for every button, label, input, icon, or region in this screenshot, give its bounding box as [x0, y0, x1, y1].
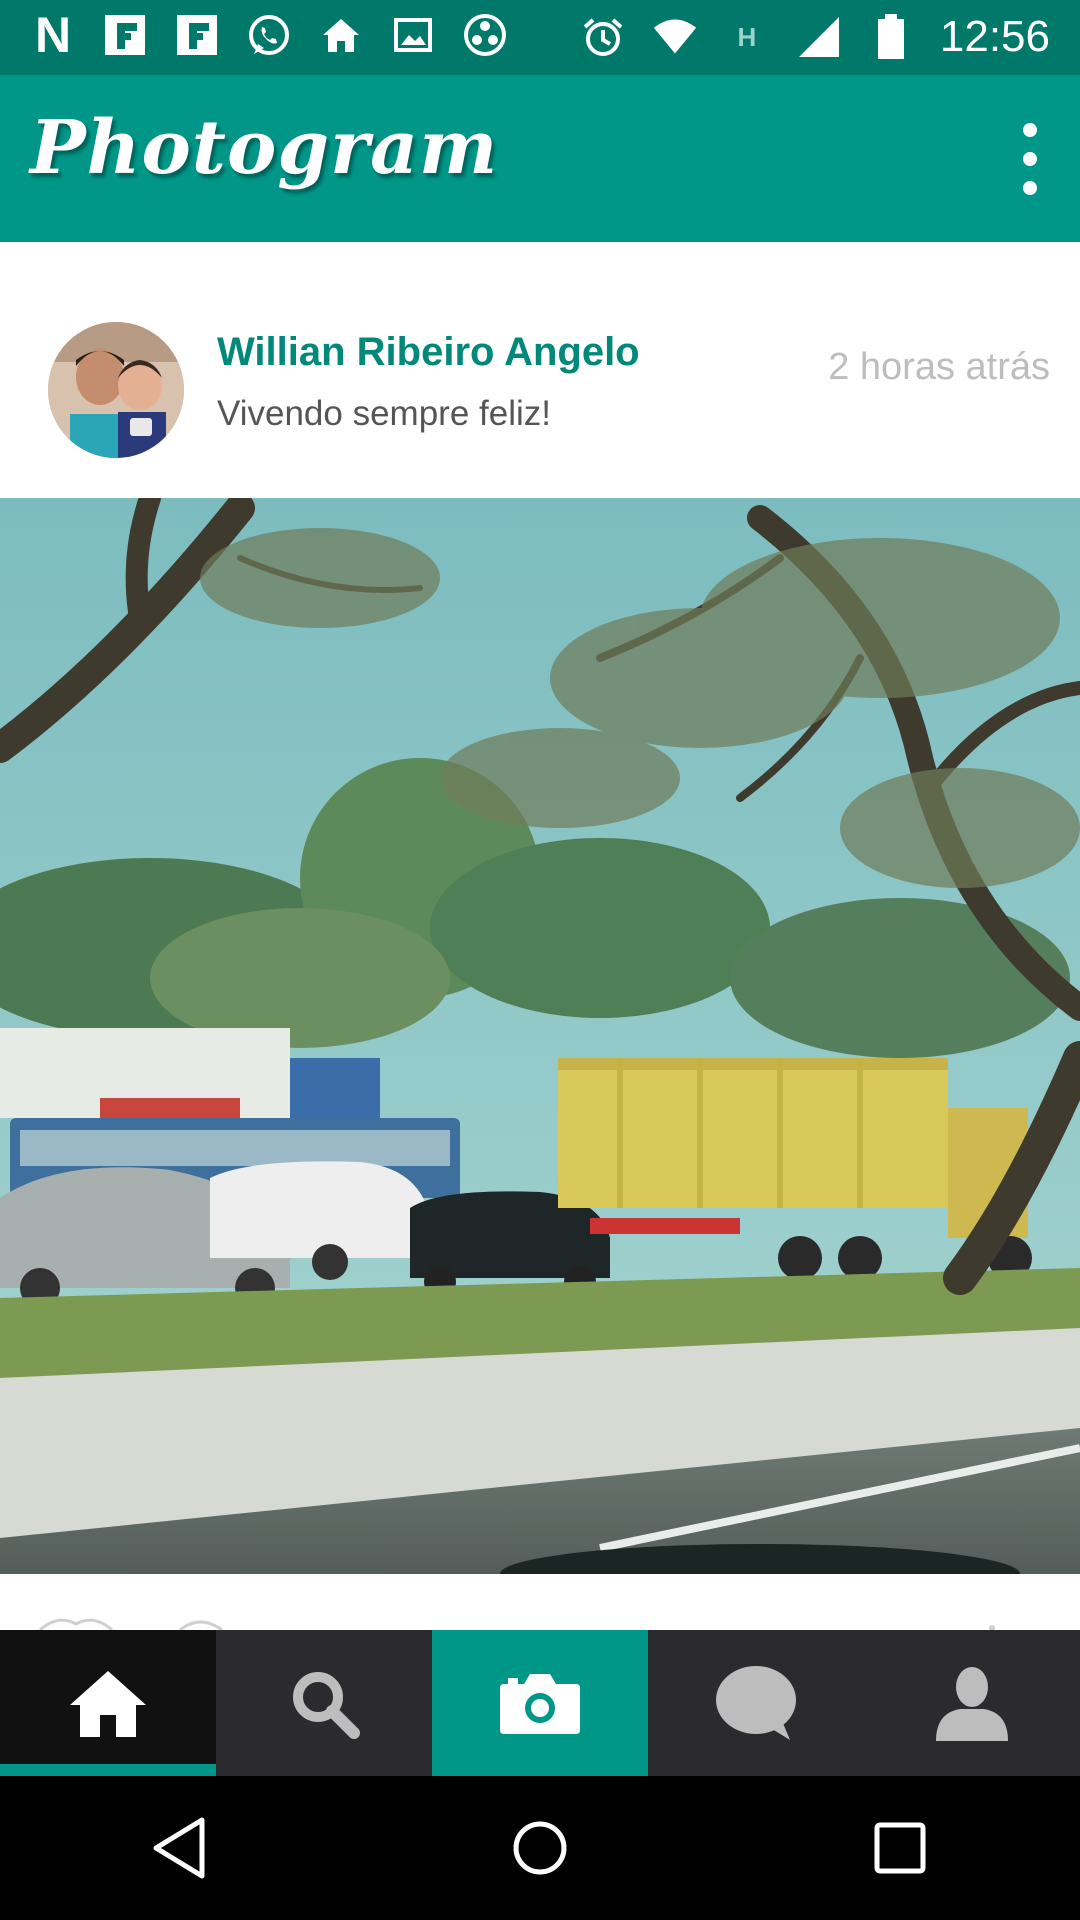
chat-bubble-icon [716, 1666, 796, 1740]
post-header: Willian Ribeiro Angelo Vivendo sempre fe… [0, 242, 1080, 498]
bottom-nav [0, 1630, 1080, 1776]
system-navigation-bar [0, 1776, 1080, 1920]
home-button[interactable] [495, 1803, 585, 1893]
recents-button[interactable] [855, 1803, 945, 1893]
reel-icon [462, 12, 508, 58]
gallery-icon [390, 12, 436, 58]
post-actions [0, 1574, 1080, 1632]
author-name[interactable]: Willian Ribeiro Angelo [217, 330, 640, 375]
post-photo[interactable] [0, 498, 1080, 1574]
like-icon[interactable] [39, 1618, 113, 1632]
back-icon [153, 1817, 205, 1879]
cell-signal-icon [796, 14, 842, 60]
home-icon [70, 1671, 146, 1737]
system-status-icons: H 12:56 [580, 10, 1050, 64]
notification-icons: N [30, 7, 508, 63]
comment-icon[interactable] [179, 1620, 223, 1632]
app-bar: Photogram [0, 75, 1080, 242]
camera-icon [500, 1674, 580, 1734]
post-caption: Vivendo sempre feliz! [217, 394, 551, 433]
tab-home[interactable] [0, 1630, 216, 1776]
home-icon [318, 12, 364, 58]
back-button[interactable] [135, 1803, 225, 1893]
dot-icon [1023, 123, 1037, 137]
flipboard-icon [102, 12, 148, 58]
clock: 12:56 [939, 12, 1050, 61]
n-icon: N [34, 7, 72, 63]
status-bar: N H 12:56 [0, 0, 1080, 75]
search-icon [293, 1672, 360, 1739]
user-icon [936, 1667, 1008, 1741]
flipboard-icon [174, 12, 220, 58]
tab-search[interactable] [216, 1630, 432, 1776]
recents-icon [874, 1822, 926, 1874]
overflow-menu-button[interactable] [1010, 123, 1050, 195]
home-circle-icon [513, 1821, 567, 1875]
alarm-icon [580, 14, 626, 60]
tab-profile[interactable] [864, 1630, 1080, 1776]
app-title: Photogram [30, 105, 499, 191]
post-timestamp: 2 horas atrás [828, 346, 1050, 388]
avatar[interactable] [48, 322, 184, 458]
tab-messages[interactable] [648, 1630, 864, 1776]
battery-icon [868, 14, 914, 60]
tab-camera[interactable] [432, 1630, 648, 1776]
dot-icon [1023, 181, 1037, 195]
h-signal-icon: H [737, 22, 757, 52]
wifi-icon [652, 14, 698, 60]
whatsapp-icon [246, 12, 292, 58]
dot-icon [1023, 152, 1037, 166]
